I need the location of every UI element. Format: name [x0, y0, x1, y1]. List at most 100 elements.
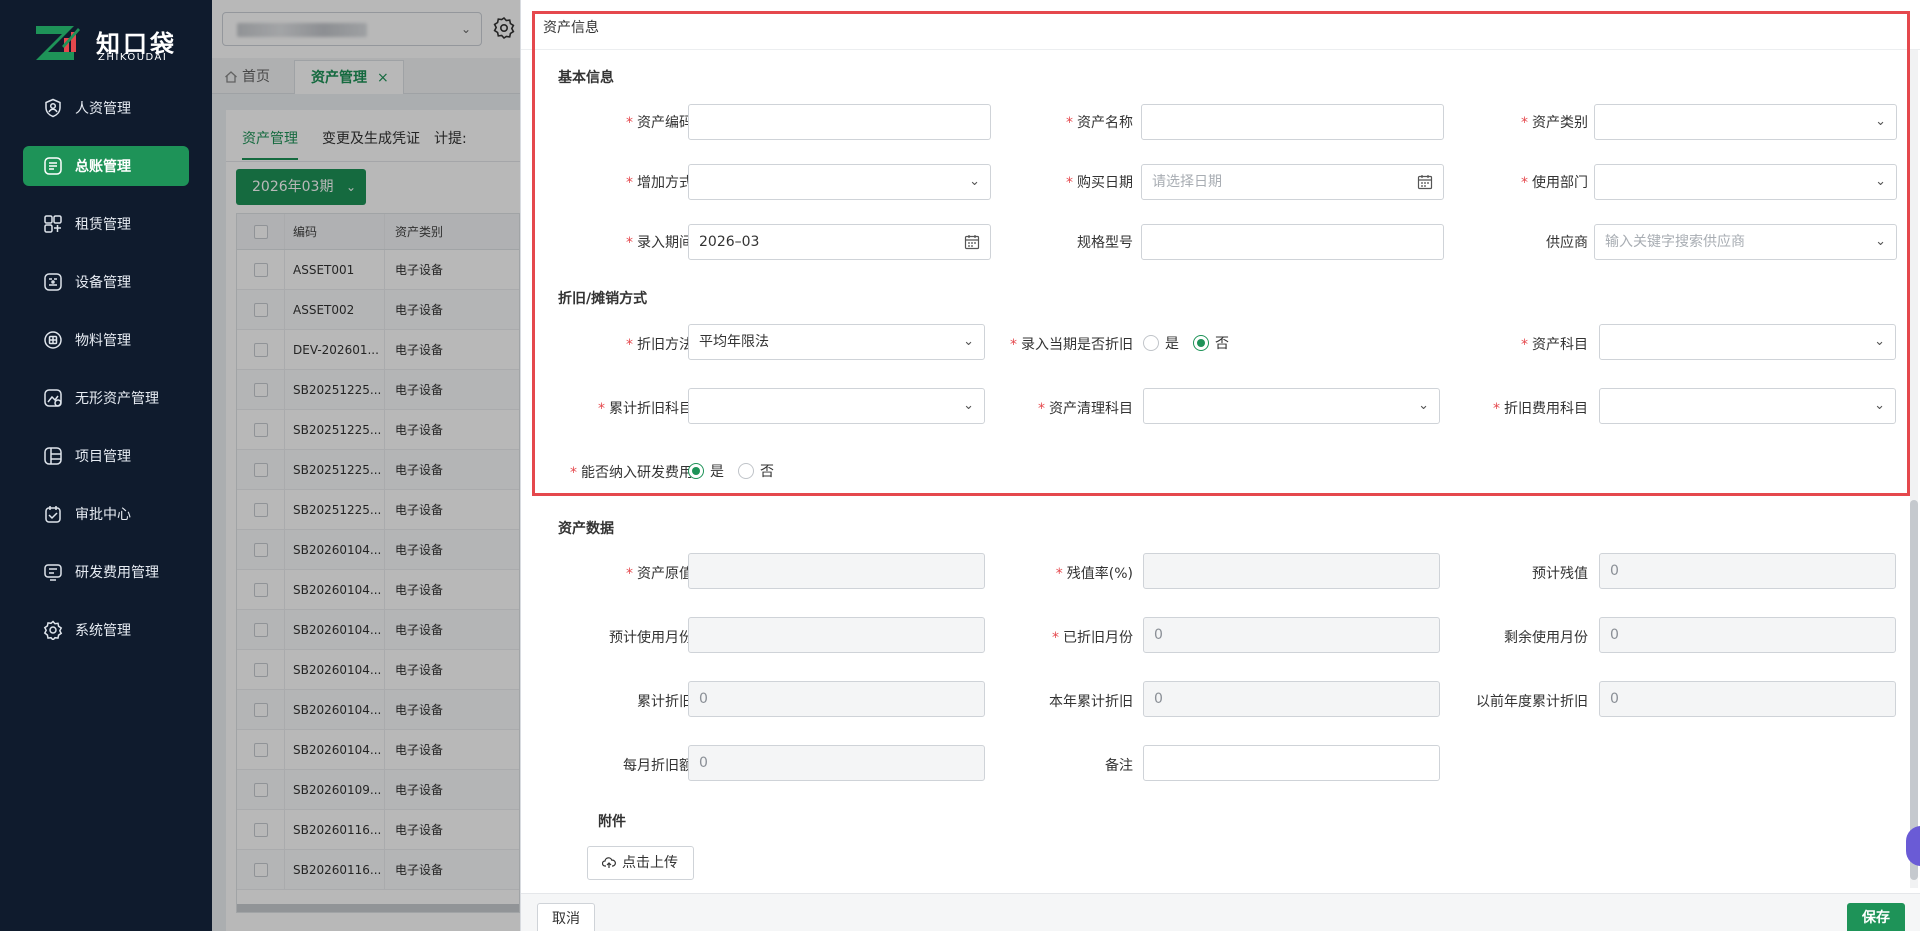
- logo: 知口袋 ZHIKOUDAI: [34, 22, 204, 66]
- logo-mark-icon: [36, 26, 80, 60]
- depr-months-input[interactable]: 0: [1143, 617, 1440, 653]
- rd-no-radio[interactable]: 否: [738, 461, 774, 481]
- orig-value-input[interactable]: [688, 553, 985, 589]
- asset-account-select[interactable]: ⌄: [1599, 324, 1896, 360]
- remark-input[interactable]: [1143, 745, 1440, 781]
- label-dept: * 使用部门: [1521, 175, 1588, 191]
- sidebar-item-system[interactable]: 系统管理: [23, 610, 189, 650]
- drawer-header: 资产信息: [521, 0, 1920, 50]
- label-residual-rate: * 残值率(%): [1055, 566, 1133, 582]
- label-orig-value: * 资产原值: [626, 566, 693, 582]
- calendar-icon: [1417, 175, 1433, 190]
- sidebar-item-label: 总账管理: [75, 159, 131, 175]
- label-entry-period: * 录入期间: [626, 235, 693, 251]
- entry-period-picker[interactable]: 2026–03: [688, 224, 991, 260]
- est-residual-input[interactable]: 0: [1599, 553, 1896, 589]
- est-months-input[interactable]: [688, 617, 985, 653]
- label-asset-account: * 资产科目: [1521, 337, 1588, 353]
- label-est-months: 预计使用月份: [609, 630, 693, 646]
- chevron-down-icon: ⌄: [1418, 398, 1429, 413]
- asset-info-drawer: 资产信息 基本信息 * 资产编码 * 资产名称 * 资产类别 ⌄ * 增加方式 ⌄ * 购…: [520, 0, 1920, 931]
- sidebar-item-lease[interactable]: 租赁管理: [23, 204, 189, 244]
- depr-current-yes-radio[interactable]: 是: [1143, 333, 1179, 353]
- modal-overlay[interactable]: [212, 0, 520, 931]
- sidebar-item-label: 审批中心: [75, 507, 131, 523]
- purchase-date-picker[interactable]: 请选择日期: [1141, 164, 1444, 200]
- sidebar-item-label: 无形资产管理: [75, 391, 159, 407]
- year-acc-depr-input[interactable]: 0: [1143, 681, 1440, 717]
- upload-label: 点击上传: [622, 855, 678, 871]
- sidebar-item-intangible[interactable]: 无形资产管理: [23, 378, 189, 418]
- lease-icon: [44, 215, 62, 233]
- asset-name-input[interactable]: [1141, 104, 1444, 140]
- calendar-icon: [964, 235, 980, 250]
- label-asset-name: * 资产名称: [1066, 115, 1133, 131]
- logo-name-en: ZHIKOUDAI: [98, 52, 168, 63]
- dept-select[interactable]: ⌄: [1594, 164, 1897, 200]
- sidebar-item-project[interactable]: 项目管理: [23, 436, 189, 476]
- cancel-button[interactable]: 取消: [537, 903, 595, 931]
- spec-input[interactable]: [1141, 224, 1444, 260]
- chevron-down-icon: ⌄: [1874, 334, 1885, 349]
- cloud-upload-icon: [602, 857, 616, 868]
- rd-yes-radio[interactable]: 是: [688, 461, 724, 481]
- label-remain-months: 剩余使用月份: [1504, 630, 1588, 646]
- sidebar: 知口袋 ZHIKOUDAI 人资管理 总账管理 租赁管理 设备管理 物料管理 无…: [0, 0, 212, 931]
- chevron-down-icon: ⌄: [1874, 398, 1885, 413]
- section-depreciation: 折旧/摊销方式: [558, 291, 648, 307]
- sidebar-item-approval[interactable]: 审批中心: [23, 494, 189, 534]
- prev-acc-depr-input[interactable]: 0: [1599, 681, 1896, 717]
- chevron-down-icon: ⌄: [1875, 174, 1886, 189]
- label-add-method: * 增加方式: [626, 175, 693, 191]
- sidebar-item-label: 项目管理: [75, 449, 131, 465]
- sidebar-item-label: 物料管理: [75, 333, 131, 349]
- sidebar-item-label: 人资管理: [75, 101, 131, 117]
- remain-months-input[interactable]: 0: [1599, 617, 1896, 653]
- label-supplier: 供应商: [1546, 235, 1588, 251]
- depr-method-select[interactable]: 平均年限法 ⌄: [688, 324, 985, 360]
- sidebar-item-material[interactable]: 物料管理: [23, 320, 189, 360]
- label-spec: 规格型号: [1077, 235, 1133, 251]
- label-depr-current: * 录入当期是否折旧: [1010, 337, 1133, 353]
- label-purchase-date: * 购买日期: [1066, 175, 1133, 191]
- acc-depr-account-select[interactable]: ⌄: [688, 388, 985, 424]
- drawer-footer: 取消 保存: [521, 893, 1920, 931]
- gear-icon: [43, 620, 63, 640]
- label-clear-account: * 资产清理科目: [1038, 401, 1133, 417]
- sidebar-item-rd-expense[interactable]: 研发费用管理: [23, 552, 189, 592]
- drawer-title: 资产信息: [543, 20, 599, 36]
- chat-bubble-icon[interactable]: [1906, 826, 1920, 866]
- supplier-select[interactable]: 输入关键字搜索供应商 ⌄: [1594, 224, 1897, 260]
- sidebar-item-ledger[interactable]: 总账管理: [23, 146, 189, 186]
- upload-button[interactable]: 点击上传: [587, 846, 694, 880]
- sidebar-item-device[interactable]: 设备管理: [23, 262, 189, 302]
- label-depr-method: * 折旧方法: [626, 337, 693, 353]
- scrollbar-thumb[interactable]: [1910, 500, 1918, 880]
- clear-account-select[interactable]: ⌄: [1143, 388, 1440, 424]
- label-year-acc-depr: 本年累计折旧: [1049, 694, 1133, 710]
- label-depr-exp-account: * 折旧费用科目: [1493, 401, 1588, 417]
- save-button[interactable]: 保存: [1847, 903, 1905, 931]
- sidebar-item-label: 研发费用管理: [75, 565, 159, 581]
- approval-icon: [45, 506, 61, 523]
- project-icon: [44, 447, 62, 465]
- chevron-down-icon: ⌄: [963, 398, 974, 413]
- sidebar-item-hr[interactable]: 人资管理: [23, 88, 189, 128]
- acc-depr-input[interactable]: 0: [688, 681, 985, 717]
- person-shield-icon: [45, 98, 61, 118]
- add-method-select[interactable]: ⌄: [688, 164, 991, 200]
- depr-current-no-radio[interactable]: 否: [1193, 333, 1229, 353]
- chevron-down-icon: ⌄: [1875, 114, 1886, 129]
- monthly-depr-input[interactable]: 0: [688, 745, 985, 781]
- label-acc-depr: 累计折旧: [637, 694, 693, 710]
- residual-rate-input[interactable]: [1143, 553, 1440, 589]
- asset-category-select[interactable]: ⌄: [1594, 104, 1897, 140]
- depr-exp-account-select[interactable]: ⌄: [1599, 388, 1896, 424]
- chevron-down-icon: ⌄: [1875, 234, 1886, 249]
- asset-code-input[interactable]: [688, 104, 991, 140]
- label-monthly-depr: 每月折旧额: [623, 758, 693, 774]
- vertical-scrollbar[interactable]: [1910, 50, 1918, 888]
- intangible-icon: [44, 389, 62, 407]
- label-remark: 备注: [1105, 758, 1133, 774]
- section-basic-info: 基本信息: [558, 70, 614, 86]
